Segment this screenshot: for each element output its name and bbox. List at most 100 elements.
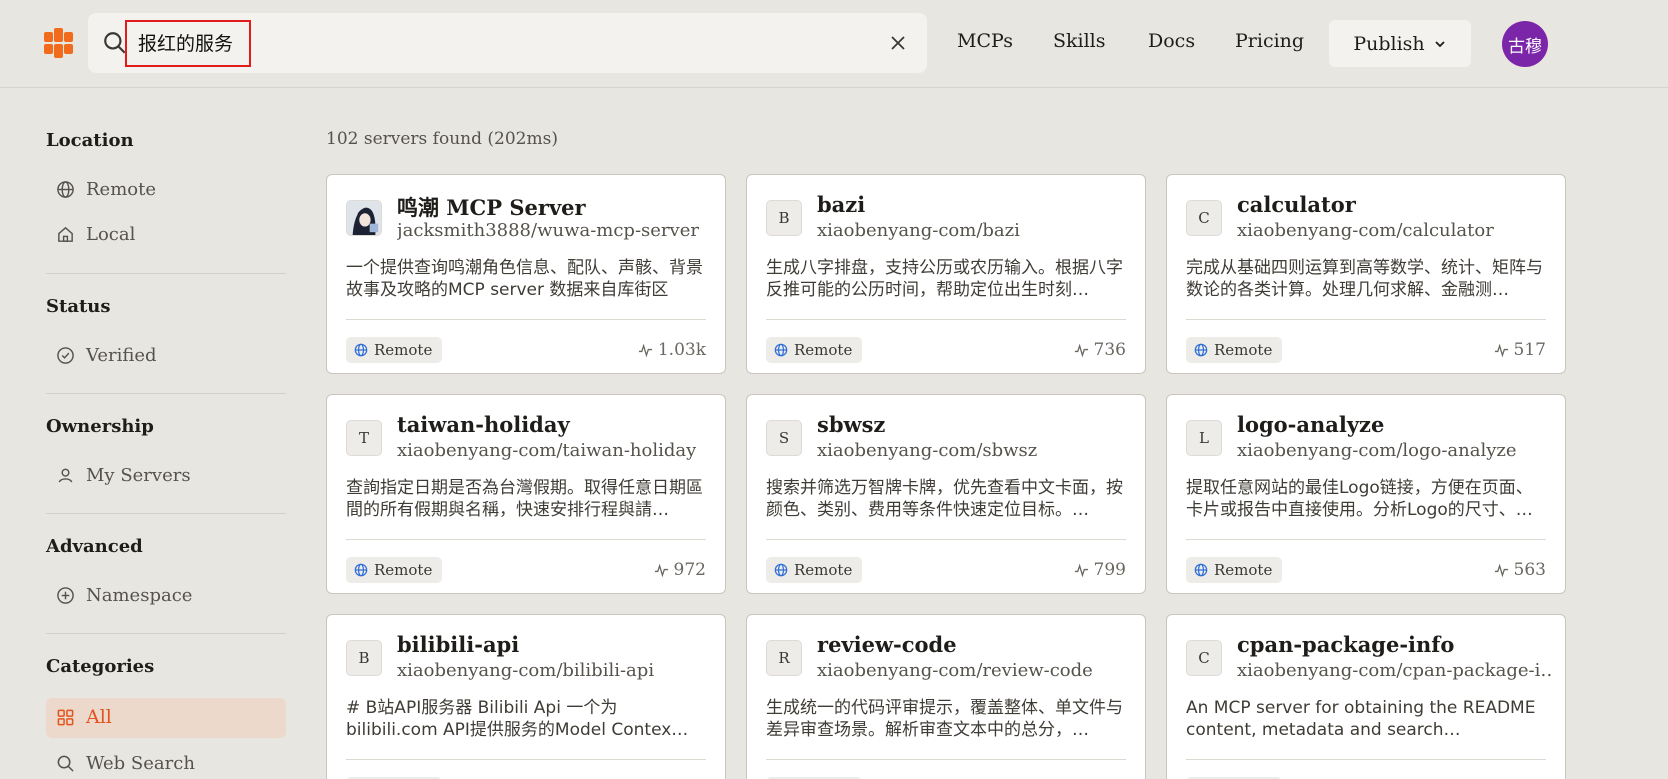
card-divider	[766, 539, 1126, 540]
server-card[interactable]: Ssbwsz xiaobenyang-com/sbwsz 搜索并筛选万智牌卡牌，优先…	[746, 394, 1146, 594]
filter-title-categories: Categories	[46, 656, 155, 677]
usage-stat: 517	[1494, 340, 1546, 360]
chevron-down-icon	[1435, 40, 1445, 47]
server-description: 搜索并筛选万智牌卡牌，优先查看中文卡面，按颜色、类别、费用等条件快速定位目标。…	[766, 478, 1123, 520]
server-path: jacksmith3888/wuwa-mcp-server	[397, 220, 699, 241]
close-icon[interactable]	[888, 33, 908, 53]
activity-icon	[638, 343, 652, 357]
check-circle-icon	[57, 346, 74, 364]
server-description: 提取任意网站的最佳Logo链接，方便在页面、卡片或报告中直接使用。分析Logo的…	[1186, 478, 1533, 520]
server-name[interactable]: logo-analyze	[1237, 412, 1384, 437]
remote-badge: Remote	[766, 337, 863, 363]
server-initial-icon: B	[346, 640, 382, 676]
server-card[interactable]: Llogo-analyze xiaobenyang-com/logo-analyz…	[1166, 394, 1566, 594]
server-path: xiaobenyang-com/taiwan-holiday	[397, 440, 697, 461]
server-description: 生成八字排盘，支持公历或农历输入。根据八字反推可能的公历时间，帮助定位出生时刻…	[766, 258, 1123, 300]
server-path: xiaobenyang-com/logo-analyze	[1237, 440, 1517, 461]
server-card[interactable]: Rreview-code xiaobenyang-com/review-code 生…	[746, 614, 1146, 779]
search-icon	[57, 755, 74, 772]
server-name[interactable]: 鸣潮 MCP Server	[397, 192, 586, 222]
card-divider	[766, 319, 1126, 320]
filter-title-status: Status	[46, 296, 111, 317]
publish-label: Publish	[1353, 32, 1425, 55]
sidebar-divider	[46, 393, 286, 394]
search-input[interactable]: 报红的服务	[138, 29, 233, 56]
server-card[interactable]: 鸣潮 MCP Server jacksmith3888/wuwa-mcp-serv…	[326, 174, 726, 374]
usage-count: 1.03k	[657, 340, 706, 360]
filter-title-advanced: Advanced	[46, 536, 143, 557]
filter-title-ownership: Ownership	[46, 416, 154, 437]
remote-badge-label: Remote	[374, 341, 433, 359]
brand-logo-icon[interactable]	[44, 26, 74, 60]
user-avatar[interactable]: 古穆	[1502, 21, 1548, 67]
server-name[interactable]: cpan-package-info	[1237, 632, 1454, 657]
server-path: xiaobenyang-com/calculator	[1237, 220, 1494, 241]
usage-count: 736	[1093, 340, 1126, 360]
card-divider	[1186, 319, 1546, 320]
usage-stat: 736	[1074, 340, 1126, 360]
server-description: # B站API服务器 Bilibili Api 一个为bilibili.com …	[346, 698, 689, 740]
usage-count: 517	[1513, 340, 1546, 360]
server-initial-icon: T	[346, 420, 382, 456]
card-divider	[346, 319, 706, 320]
usage-stat: 1.03k	[638, 340, 706, 360]
remote-badge-label: Remote	[1214, 561, 1273, 579]
server-name[interactable]: review-code	[817, 632, 957, 657]
server-description: 生成统一的代码评审提示，覆盖整体、单文件与差异审查场景。解析审查文本中的总分，…	[766, 698, 1123, 740]
server-name[interactable]: calculator	[1237, 192, 1356, 217]
server-path: xiaobenyang-com/bilibili-api	[397, 660, 655, 681]
server-initial-icon: B	[766, 200, 802, 236]
remote-badge: Remote	[1186, 337, 1283, 363]
usage-stat: 799	[1074, 560, 1126, 580]
top-header: 报红的服务 MCPs Skills Docs Pricing Publish 古…	[0, 0, 1668, 88]
server-name[interactable]: bilibili-api	[397, 632, 519, 657]
server-name[interactable]: bazi	[817, 192, 865, 217]
server-name[interactable]: sbwsz	[817, 412, 885, 437]
server-card[interactable]: Bbazi xiaobenyang-com/bazi 生成八字排盘，支持公历或农历输…	[746, 174, 1146, 374]
server-name[interactable]: taiwan-holiday	[397, 412, 570, 437]
nav-docs[interactable]: Docs	[1148, 30, 1195, 52]
server-card[interactable]: Ccalculator xiaobenyang-com/calculator 完成从…	[1166, 174, 1566, 374]
activity-icon	[654, 563, 668, 577]
server-initial-icon: C	[1186, 200, 1222, 236]
nav-mcps[interactable]: MCPs	[957, 30, 1013, 52]
activity-icon	[1494, 563, 1508, 577]
filter-remote[interactable]: Remote	[56, 177, 156, 201]
filter-local-label: Local	[86, 223, 136, 245]
server-initial-icon: C	[1186, 640, 1222, 676]
filter-local[interactable]: Local	[56, 222, 135, 246]
server-card[interactable]: Ccpan-package-info xiaobenyang-com/cpan-p…	[1166, 614, 1566, 779]
category-web-search[interactable]: Web Search	[56, 751, 195, 775]
server-card[interactable]: Bbilibili-api xiaobenyang-com/bilibili-ap…	[326, 614, 726, 779]
server-initial-icon: S	[766, 420, 802, 456]
nav-skills[interactable]: Skills	[1053, 30, 1106, 52]
home-icon	[58, 226, 73, 242]
server-description: 查詢指定日期是否為台灣假期。取得任意日期區間的所有假期與名稱，快速安排行程與請…	[346, 478, 703, 520]
server-card[interactable]: Ttaiwan-holiday xiaobenyang-com/taiwan-ho…	[326, 394, 726, 594]
filter-verified[interactable]: Verified	[56, 343, 157, 367]
sidebar-divider	[46, 633, 286, 634]
card-divider	[346, 539, 706, 540]
search-bar[interactable]: 报红的服务	[88, 13, 927, 73]
globe-icon	[774, 343, 788, 357]
activity-icon	[1074, 563, 1088, 577]
server-path: xiaobenyang-com/review-code	[817, 660, 1093, 681]
filter-my-servers[interactable]: My Servers	[56, 463, 191, 487]
sidebar-divider	[46, 513, 286, 514]
globe-icon	[57, 180, 74, 198]
usage-count: 972	[673, 560, 706, 580]
filter-namespace[interactable]: Namespace	[56, 583, 192, 607]
category-all-label: All	[86, 706, 112, 728]
server-path: xiaobenyang-com/sbwsz	[817, 440, 1038, 461]
remote-badge: Remote	[346, 557, 443, 583]
filter-namespace-label: Namespace	[86, 584, 193, 606]
usage-stat: 972	[654, 560, 706, 580]
filter-title-location: Location	[46, 130, 134, 151]
globe-icon	[354, 343, 368, 357]
card-divider	[766, 759, 1126, 760]
category-all[interactable]: All	[56, 706, 112, 728]
publish-button[interactable]: Publish	[1329, 20, 1471, 67]
remote-badge: Remote	[1186, 557, 1283, 583]
nav-pricing[interactable]: Pricing	[1235, 30, 1304, 52]
remote-badge-label: Remote	[1214, 341, 1273, 359]
